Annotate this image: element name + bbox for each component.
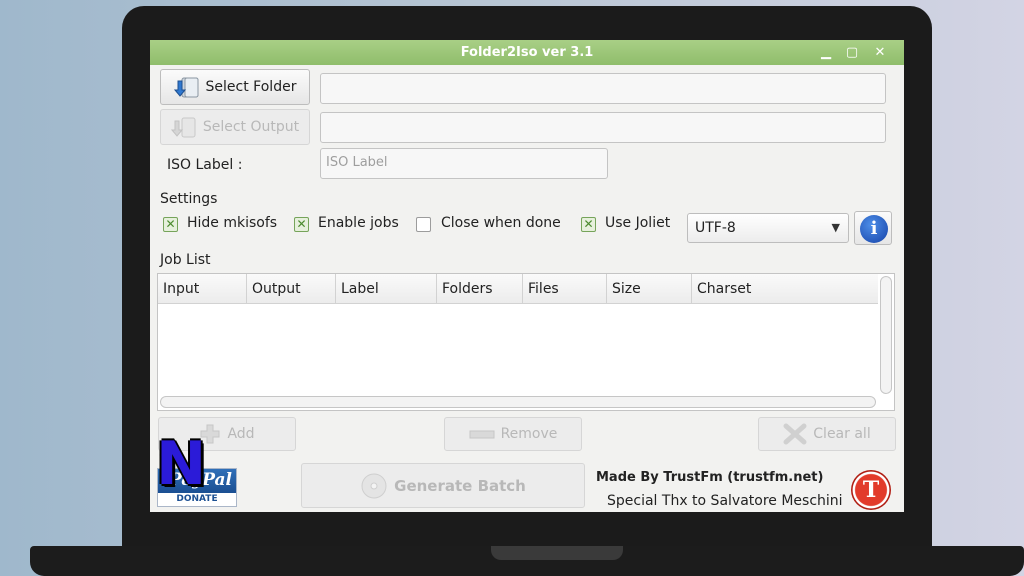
clear-all-label: Clear all [813,426,871,442]
use-joliet-label[interactable]: Use Joliet [605,215,670,231]
folder-arrow-icon [173,77,199,98]
column-header-input[interactable]: Input [158,274,247,304]
trustfm-logo[interactable]: T [851,470,891,510]
disc-icon [361,473,387,498]
table-header: Input Output Label Folders Files Size Ch… [158,274,878,304]
horizontal-scrollbar[interactable] [160,396,876,408]
add-label: Add [227,426,255,442]
select-output-button[interactable]: Select Output [160,109,310,145]
thanks-text: Special Thx to Salvatore Meschini [607,493,843,509]
info-button[interactable]: i [854,211,892,245]
generate-batch-button[interactable]: Generate Batch [301,463,585,508]
remove-button[interactable]: Remove [444,417,582,451]
laptop-base [30,546,1024,576]
window-title: Folder2Iso ver 3.1 [460,45,594,60]
column-header-charset[interactable]: Charset [692,274,878,304]
watermark-n-logo: N [156,429,207,499]
job-list-heading: Job List [160,252,211,268]
hide-mkisofs-label[interactable]: Hide mkisofs [187,215,277,231]
select-folder-button[interactable]: Select Folder [160,69,310,105]
chevron-down-icon: ▼ [831,221,840,234]
select-folder-label: Select Folder [205,79,297,95]
remove-label: Remove [500,426,558,442]
column-header-size[interactable]: Size [607,274,692,304]
iso-label-field[interactable]: ISO Label [320,148,608,179]
select-output-label: Select Output [202,119,300,135]
iso-label-caption: ISO Label : [167,157,243,173]
minimize-button[interactable]: ▁ [816,43,836,62]
column-header-files[interactable]: Files [523,274,607,304]
output-path-field[interactable] [320,112,886,143]
column-header-folders[interactable]: Folders [437,274,523,304]
made-by-text: Made By TrustFm (trustfm.net) [596,470,824,485]
laptop-notch [491,546,623,560]
minus-icon [469,430,495,439]
close-when-done-label[interactable]: Close when done [441,215,561,231]
x-icon [783,423,807,445]
close-button[interactable]: ✕ [870,43,890,62]
charset-dropdown[interactable]: UTF-8 ▼ [687,213,849,243]
vertical-scrollbar[interactable] [880,276,892,394]
charset-value: UTF-8 [695,220,736,236]
folder-path-field[interactable] [320,73,886,104]
clear-all-button[interactable]: Clear all [758,417,896,451]
title-bar[interactable]: Folder2Iso ver 3.1 ▁ ▢ ✕ [150,40,904,65]
use-joliet-checkbox[interactable]: ✕ [581,217,596,232]
enable-jobs-checkbox[interactable]: ✕ [294,217,309,232]
folder-arrow-icon [170,117,196,138]
generate-batch-label: Generate Batch [394,476,526,495]
folder2iso-window: Folder2Iso ver 3.1 ▁ ▢ ✕ Select Folder S… [150,40,904,512]
close-when-done-checkbox[interactable] [416,217,431,232]
enable-jobs-label[interactable]: Enable jobs [318,215,399,231]
job-list-table[interactable]: Input Output Label Folders Files Size Ch… [157,273,895,411]
column-header-label[interactable]: Label [336,274,437,304]
column-header-output[interactable]: Output [247,274,336,304]
hide-mkisofs-checkbox[interactable]: ✕ [163,217,178,232]
maximize-button[interactable]: ▢ [842,43,862,62]
settings-heading: Settings [160,191,218,207]
info-icon: i [860,215,888,243]
